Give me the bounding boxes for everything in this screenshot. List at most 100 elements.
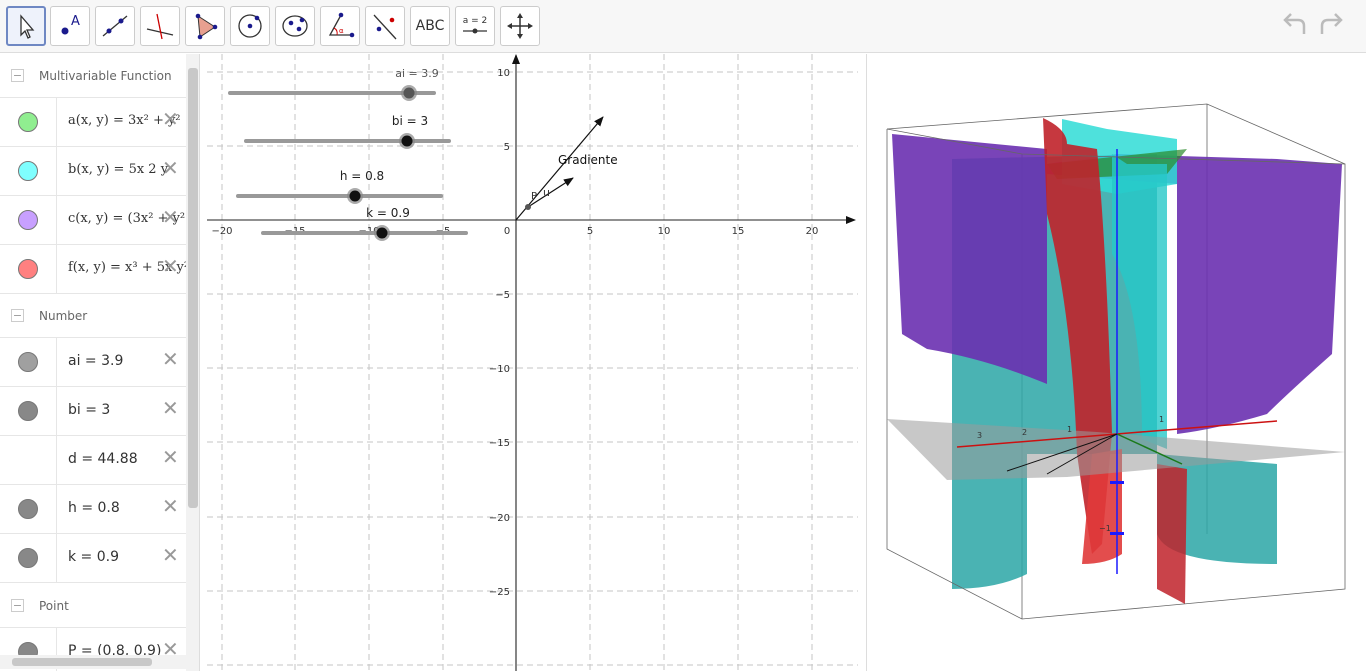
visibility-toggle[interactable] (18, 548, 38, 568)
algebra-expression[interactable]: ai = 3.9 (68, 353, 123, 369)
collapse-icon[interactable]: − (11, 69, 24, 82)
visibility-toggle[interactable] (18, 259, 38, 279)
algebra-row-a[interactable]: a(x, y) = 3x² + y² ✕ (0, 98, 186, 147)
point-p[interactable] (525, 204, 531, 210)
slider-tool[interactable]: a = 2 (455, 6, 495, 46)
polygon-tool[interactable] (185, 6, 225, 46)
visibility-toggle[interactable] (18, 112, 38, 132)
algebra-view: − Multivariable Function a(x, y) = 3x² +… (0, 54, 200, 671)
move-arrows-icon (507, 13, 533, 39)
text-tool[interactable]: ABC (410, 6, 450, 46)
gradient-label: Gradiente (558, 153, 618, 167)
graphics-3d-view[interactable]: 3 2 1 −1 1 (866, 54, 1366, 671)
redo-icon[interactable] (1316, 10, 1346, 48)
visibility-toggle[interactable] (18, 352, 38, 372)
perpendicular-line-tool[interactable] (140, 6, 180, 46)
slider-h[interactable]: h = 0.8 (236, 169, 443, 204)
svg-text:A: A (71, 14, 80, 29)
group-title: Point (39, 598, 69, 613)
slider-bi[interactable]: bi = 3 (244, 114, 451, 149)
algebra-row-h[interactable]: h = 0.8 ✕ (0, 485, 186, 534)
circle-center-tool[interactable] (230, 6, 270, 46)
svg-text:−20: −20 (211, 226, 232, 237)
marker-cell (0, 436, 57, 484)
line-tool[interactable] (95, 6, 135, 46)
surface-f-right (1157, 464, 1187, 604)
scrollbar-thumb[interactable] (12, 658, 152, 666)
ellipse-icon (282, 15, 308, 37)
delete-icon[interactable]: ✕ (162, 158, 180, 178)
delete-icon[interactable]: ✕ (162, 207, 180, 227)
svg-text:−5: −5 (495, 290, 510, 301)
scrollbar-thumb[interactable] (188, 68, 198, 508)
algebra-expression[interactable]: d = 44.88 (68, 451, 138, 467)
algebra-row-f[interactable]: f(x, y) = x³ + 5x y² ✕ (0, 245, 189, 294)
svg-text:−20: −20 (489, 513, 510, 524)
marker-cell (0, 196, 57, 244)
algebra-expression[interactable]: k = 0.9 (68, 549, 119, 565)
algebra-row-k[interactable]: k = 0.9 ✕ (0, 534, 186, 583)
algebra-row-d[interactable]: d = 44.88 ✕ (0, 436, 186, 485)
group-header-point[interactable]: − Point (0, 584, 186, 628)
vector-u-label: u (543, 186, 550, 199)
point-tool[interactable]: A (50, 6, 90, 46)
grid (207, 54, 858, 671)
marker-cell (0, 387, 57, 435)
svg-text:15: 15 (732, 226, 745, 237)
visibility-toggle[interactable] (18, 401, 38, 421)
slider-label: bi = 3 (392, 114, 428, 128)
svg-text:1: 1 (1067, 425, 1072, 434)
reflect-icon (373, 14, 397, 40)
svg-text:1: 1 (1159, 415, 1164, 424)
angle-icon: α (328, 12, 355, 38)
algebra-row-c[interactable]: c(x, y) = (3x² + y² ✕ (0, 196, 186, 245)
group-header-number[interactable]: − Number (0, 294, 186, 338)
marker-cell (0, 534, 57, 582)
algebra-row-bi[interactable]: bi = 3 ✕ (0, 387, 186, 436)
algebra-expression[interactable]: bi = 3 (68, 402, 110, 418)
algebra-expression[interactable]: b(x, y) = 5x 2 y (68, 162, 168, 177)
delete-icon[interactable]: ✕ (162, 398, 180, 418)
delete-icon[interactable]: ✕ (162, 447, 180, 467)
marker-cell (0, 245, 57, 293)
delete-icon[interactable]: ✕ (162, 109, 180, 129)
vertical-scrollbar[interactable] (186, 54, 199, 671)
point-icon: A (61, 14, 80, 35)
ellipse-tool[interactable] (275, 6, 315, 46)
horizontal-scrollbar[interactable] (0, 655, 186, 669)
visibility-toggle[interactable] (18, 161, 38, 181)
slider-tool-label: a = 2 (463, 16, 488, 26)
move-graphics-tool[interactable] (500, 6, 540, 46)
reflect-tool[interactable] (365, 6, 405, 46)
svg-text:0: 0 (504, 226, 510, 237)
slider-label: k = 0.9 (366, 206, 410, 220)
graphics-canvas[interactable]: −20 −15 −10 −5 0 5 10 15 20 10 5 −5 −10 … (207, 54, 858, 671)
delete-icon[interactable]: ✕ (162, 349, 180, 369)
move-tool[interactable] (6, 6, 46, 46)
visibility-toggle[interactable] (18, 499, 38, 519)
svg-text:−10: −10 (489, 364, 510, 375)
algebra-row-ai[interactable]: ai = 3.9 ✕ (0, 338, 186, 387)
3d-canvas[interactable]: 3 2 1 −1 1 (867, 54, 1366, 671)
visibility-toggle[interactable] (18, 210, 38, 230)
algebra-expression[interactable]: h = 0.8 (68, 500, 120, 516)
y-tick-labels: 10 5 −5 −10 −15 −20 −25 (489, 68, 510, 598)
marker-cell (0, 98, 57, 146)
delete-icon[interactable]: ✕ (162, 496, 180, 516)
algebra-row-b[interactable]: b(x, y) = 5x 2 y ✕ (0, 147, 186, 196)
delete-icon[interactable]: ✕ (162, 256, 180, 276)
cursor-icon (20, 14, 35, 39)
text-tool-label: ABC (415, 18, 445, 34)
angle-tool[interactable]: α (320, 6, 360, 46)
delete-icon[interactable]: ✕ (162, 545, 180, 565)
slider-icon: a = 2 (463, 16, 488, 34)
group-header-multivariable-function[interactable]: − Multivariable Function (0, 54, 186, 98)
collapse-icon[interactable]: − (11, 309, 24, 322)
graphics-view[interactable]: −20 −15 −10 −5 0 5 10 15 20 10 5 −5 −10 … (207, 54, 858, 671)
marker-cell (0, 485, 57, 533)
point-p-label: P (531, 191, 537, 202)
collapse-icon[interactable]: − (11, 599, 24, 612)
undo-icon[interactable] (1280, 10, 1310, 48)
svg-text:5: 5 (587, 226, 593, 237)
marker-cell (0, 338, 57, 386)
